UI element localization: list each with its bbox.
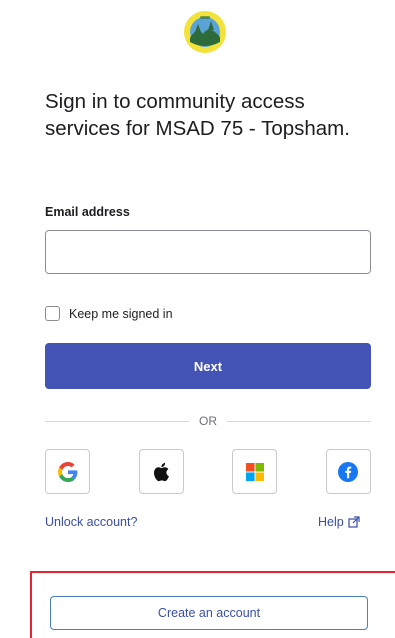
facebook-sign-in-button[interactable] <box>325 449 371 494</box>
google-icon <box>57 461 77 482</box>
next-button[interactable]: Next <box>45 343 371 389</box>
divider-text: OR <box>199 414 217 428</box>
keep-signed-in-checkbox[interactable] <box>45 306 60 321</box>
keep-signed-in-label[interactable]: Keep me signed in <box>69 307 173 321</box>
microsoft-sign-in-button[interactable] <box>232 449 278 494</box>
divider-line-left <box>45 420 189 422</box>
help-link-label[interactable]: Help <box>318 515 344 529</box>
divider-line-right <box>227 420 371 422</box>
msad75-seal-icon <box>184 11 226 53</box>
organization-logo <box>183 10 227 54</box>
page-title: Sign in to community access services for… <box>45 90 350 140</box>
help-link[interactable]: Help <box>318 515 360 529</box>
email-field[interactable] <box>45 230 371 274</box>
google-sign-in-button[interactable] <box>45 449 90 494</box>
keep-signed-in-row[interactable]: Keep me signed in <box>45 306 173 321</box>
microsoft-icon <box>245 462 264 481</box>
or-divider: OR <box>45 413 371 429</box>
create-account-button[interactable]: Create an account <box>50 596 368 630</box>
facebook-icon <box>338 461 359 482</box>
unlock-account-link[interactable]: Unlock account? <box>45 515 137 529</box>
email-label: Email address <box>45 205 130 219</box>
apple-icon <box>154 462 170 481</box>
identity-provider-row <box>45 449 371 494</box>
external-link-icon <box>348 516 360 528</box>
apple-sign-in-button[interactable] <box>138 449 184 494</box>
